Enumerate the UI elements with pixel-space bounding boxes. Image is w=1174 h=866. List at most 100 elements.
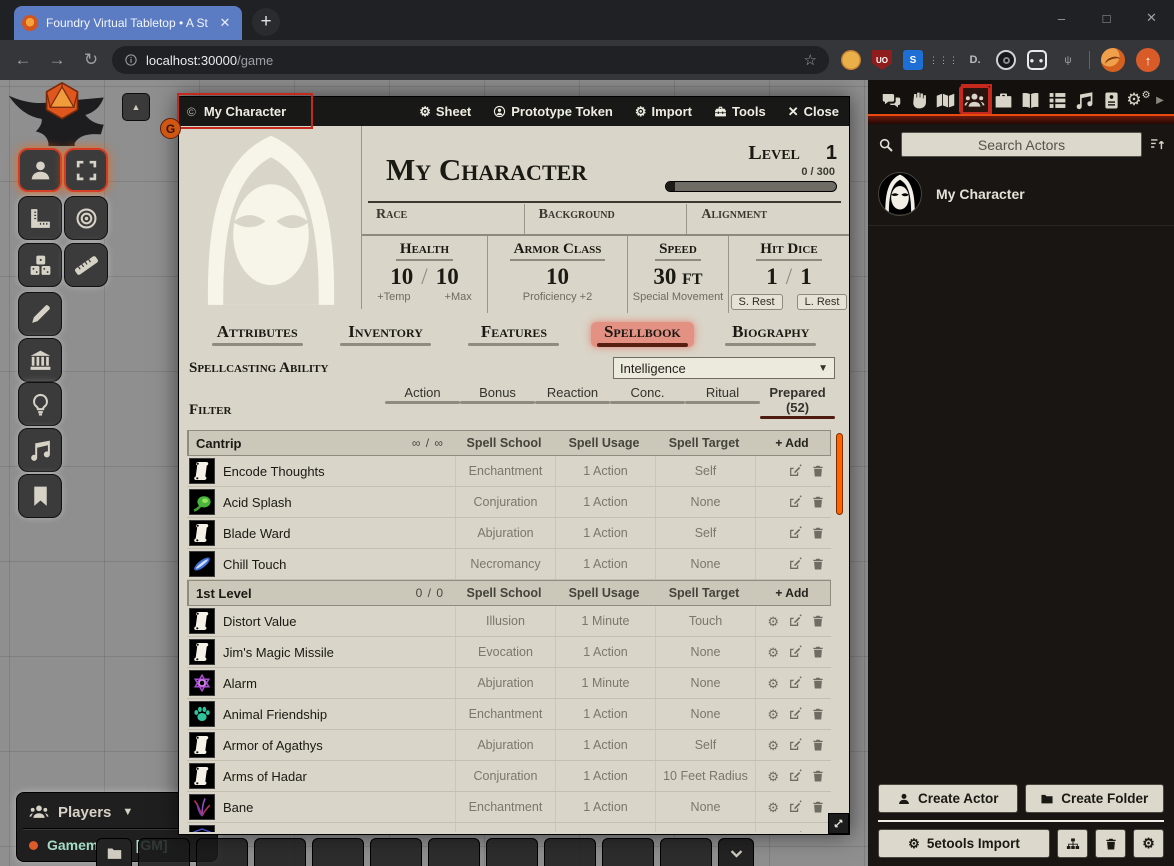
eye-extension-icon[interactable]	[996, 50, 1016, 70]
edit-spell-icon[interactable]	[788, 526, 802, 540]
sidebar-tab-combat[interactable]	[905, 86, 932, 114]
edit-spell-icon[interactable]	[788, 707, 802, 721]
macro-slot[interactable]	[428, 838, 480, 866]
spell-row[interactable]: Acid SplashConjuration1 ActionNone	[187, 487, 831, 518]
spell-slots-value[interactable]: 0 / 0	[416, 586, 454, 600]
spell-icon[interactable]	[189, 763, 215, 789]
create-folder-button[interactable]: Create Folder	[1025, 784, 1165, 813]
sidebar-tab-scenes[interactable]	[932, 86, 959, 114]
sidebar-tab-chat[interactable]	[878, 86, 905, 114]
character-sheet-window[interactable]: © My Character ⚙Sheet Prototype Token ⚙I…	[178, 96, 850, 835]
spell-row[interactable]: Armor of AgathysAbjuration1 ActionSelf⚙	[187, 730, 831, 761]
edit-spell-icon[interactable]	[788, 645, 802, 659]
prepare-spell-icon[interactable]: ⚙	[767, 677, 779, 690]
minimize-button[interactable]: –	[1039, 0, 1084, 36]
prepare-spell-icon[interactable]: ⚙	[767, 739, 779, 752]
macro-slot[interactable]	[138, 838, 190, 866]
actor-entry[interactable]: My Character	[868, 163, 1174, 226]
5etools-import-button[interactable]: ⚙ 5etools Import	[878, 829, 1050, 858]
sort-icon[interactable]	[1149, 136, 1166, 153]
prepare-spell-icon[interactable]: ⚙	[767, 708, 779, 721]
select-tool-button[interactable]	[64, 148, 108, 192]
macro-slot[interactable]	[254, 838, 306, 866]
update-browser-button[interactable]: ↑	[1136, 48, 1160, 72]
lighting-controls-button[interactable]	[18, 382, 62, 426]
tab-attributes[interactable]: Attributes	[206, 322, 309, 347]
spell-name[interactable]: Bane	[223, 800, 455, 815]
spell-row[interactable]: Encode ThoughtsEnchantment1 ActionSelf	[187, 456, 831, 487]
edit-spell-icon[interactable]	[788, 557, 802, 571]
sidebar-tab-items[interactable]	[990, 86, 1017, 114]
tab-biography[interactable]: Biography	[719, 322, 822, 347]
spell-icon[interactable]	[189, 794, 215, 820]
filter-bonus[interactable]: Bonus	[460, 385, 535, 419]
delete-spell-icon[interactable]	[811, 831, 825, 832]
drawing-controls-button[interactable]	[18, 292, 62, 336]
target-tool-button[interactable]	[64, 196, 108, 240]
delete-spell-icon[interactable]	[811, 645, 825, 659]
cookie-extension-icon[interactable]	[841, 50, 861, 70]
filter-ritual[interactable]: Ritual	[685, 385, 760, 419]
spell-name[interactable]: Chill Touch	[223, 557, 455, 572]
dice-tool-button[interactable]	[18, 243, 62, 287]
sidebar-tab-playlists[interactable]	[1071, 86, 1098, 114]
macro-slot[interactable]	[544, 838, 596, 866]
prepare-spell-icon[interactable]: ⚙	[767, 770, 779, 783]
delete-spell-icon[interactable]	[811, 800, 825, 814]
spell-row[interactable]: Arms of HadarConjuration1 Action10 Feet …	[187, 761, 831, 792]
macro-slot[interactable]	[602, 838, 654, 866]
d-extension-icon[interactable]: D.	[965, 50, 985, 70]
sheet-close-button[interactable]: ✕Close	[788, 104, 839, 120]
spell-row[interactable]: BlessEnchantment1 ActionNone⚙	[187, 823, 831, 832]
edit-spell-icon[interactable]	[788, 495, 802, 509]
character-name[interactable]: My Character	[386, 152, 587, 188]
sidebar-tab-compendium[interactable]	[1098, 86, 1125, 114]
bookmark-star-icon[interactable]: ☆	[804, 51, 817, 69]
resize-handle[interactable]	[828, 813, 849, 834]
spell-list-scrollbar[interactable]	[836, 433, 843, 515]
prepare-spell-icon[interactable]: ⚙	[767, 646, 779, 659]
edit-spell-icon[interactable]	[788, 464, 802, 478]
macro-slot[interactable]	[660, 838, 712, 866]
forward-button[interactable]: →	[44, 47, 70, 73]
fork-extension-icon[interactable]: ψ	[1058, 50, 1078, 70]
filter-reaction[interactable]: Reaction	[535, 385, 610, 419]
spell-icon[interactable]	[189, 825, 215, 832]
robot-extension-icon[interactable]: ● ●	[1027, 50, 1047, 70]
character-portrait[interactable]	[181, 128, 361, 309]
tile-controls-button[interactable]	[18, 338, 62, 382]
sidebar-tab-tables[interactable]	[1044, 86, 1071, 114]
spell-name[interactable]: Animal Friendship	[223, 707, 455, 722]
sheet-titlebar[interactable]: © My Character ⚙Sheet Prototype Token ⚙I…	[179, 97, 849, 126]
settings-button[interactable]: ⚙	[1133, 829, 1164, 858]
spell-row[interactable]: AlarmAbjuration1 MinuteNone⚙	[187, 668, 831, 699]
measure-controls-button[interactable]	[18, 196, 62, 240]
delete-spell-icon[interactable]	[811, 526, 825, 540]
profile-avatar[interactable]	[1101, 48, 1125, 72]
identity-field-alignment[interactable]: Alignment	[686, 204, 849, 234]
delete-spell-icon[interactable]	[811, 614, 825, 628]
import-button[interactable]: ⚙Import	[635, 104, 692, 120]
macro-folder-button[interactable]	[96, 838, 132, 866]
ublock-extension-icon[interactable]: UO	[872, 50, 892, 70]
speed-block[interactable]: Speed 30 ft Special Movement	[627, 236, 728, 313]
add-spell-button[interactable]: + Add	[754, 586, 830, 600]
spell-icon[interactable]	[189, 551, 215, 577]
spell-row[interactable]: Blade WardAbjuration1 ActionSelf	[187, 518, 831, 549]
delete-spell-icon[interactable]	[811, 676, 825, 690]
spell-name[interactable]: Armor of Agathys	[223, 738, 455, 753]
sound-controls-button[interactable]	[18, 428, 62, 472]
macro-slot[interactable]	[196, 838, 248, 866]
prepare-spell-icon[interactable]: ⚙	[767, 832, 779, 833]
edit-spell-icon[interactable]	[788, 831, 802, 832]
delete-spell-icon[interactable]	[811, 707, 825, 721]
special-movement-label[interactable]: Special Movement	[628, 291, 728, 303]
identity-field-race[interactable]: Race	[362, 204, 524, 234]
game-canvas[interactable]: ▲ Players ▼ Gamemaster [GM] © My Charact…	[0, 80, 1174, 866]
grid-extension-icon[interactable]: ⋮⋮⋮	[934, 50, 954, 70]
identity-field-background[interactable]: Background	[524, 204, 687, 234]
xp-value[interactable]: 0 / 300	[657, 166, 835, 178]
max-hp-label[interactable]: +Max	[445, 291, 472, 303]
actor-name[interactable]: My Character	[936, 186, 1025, 202]
spell-icon[interactable]	[189, 458, 215, 484]
